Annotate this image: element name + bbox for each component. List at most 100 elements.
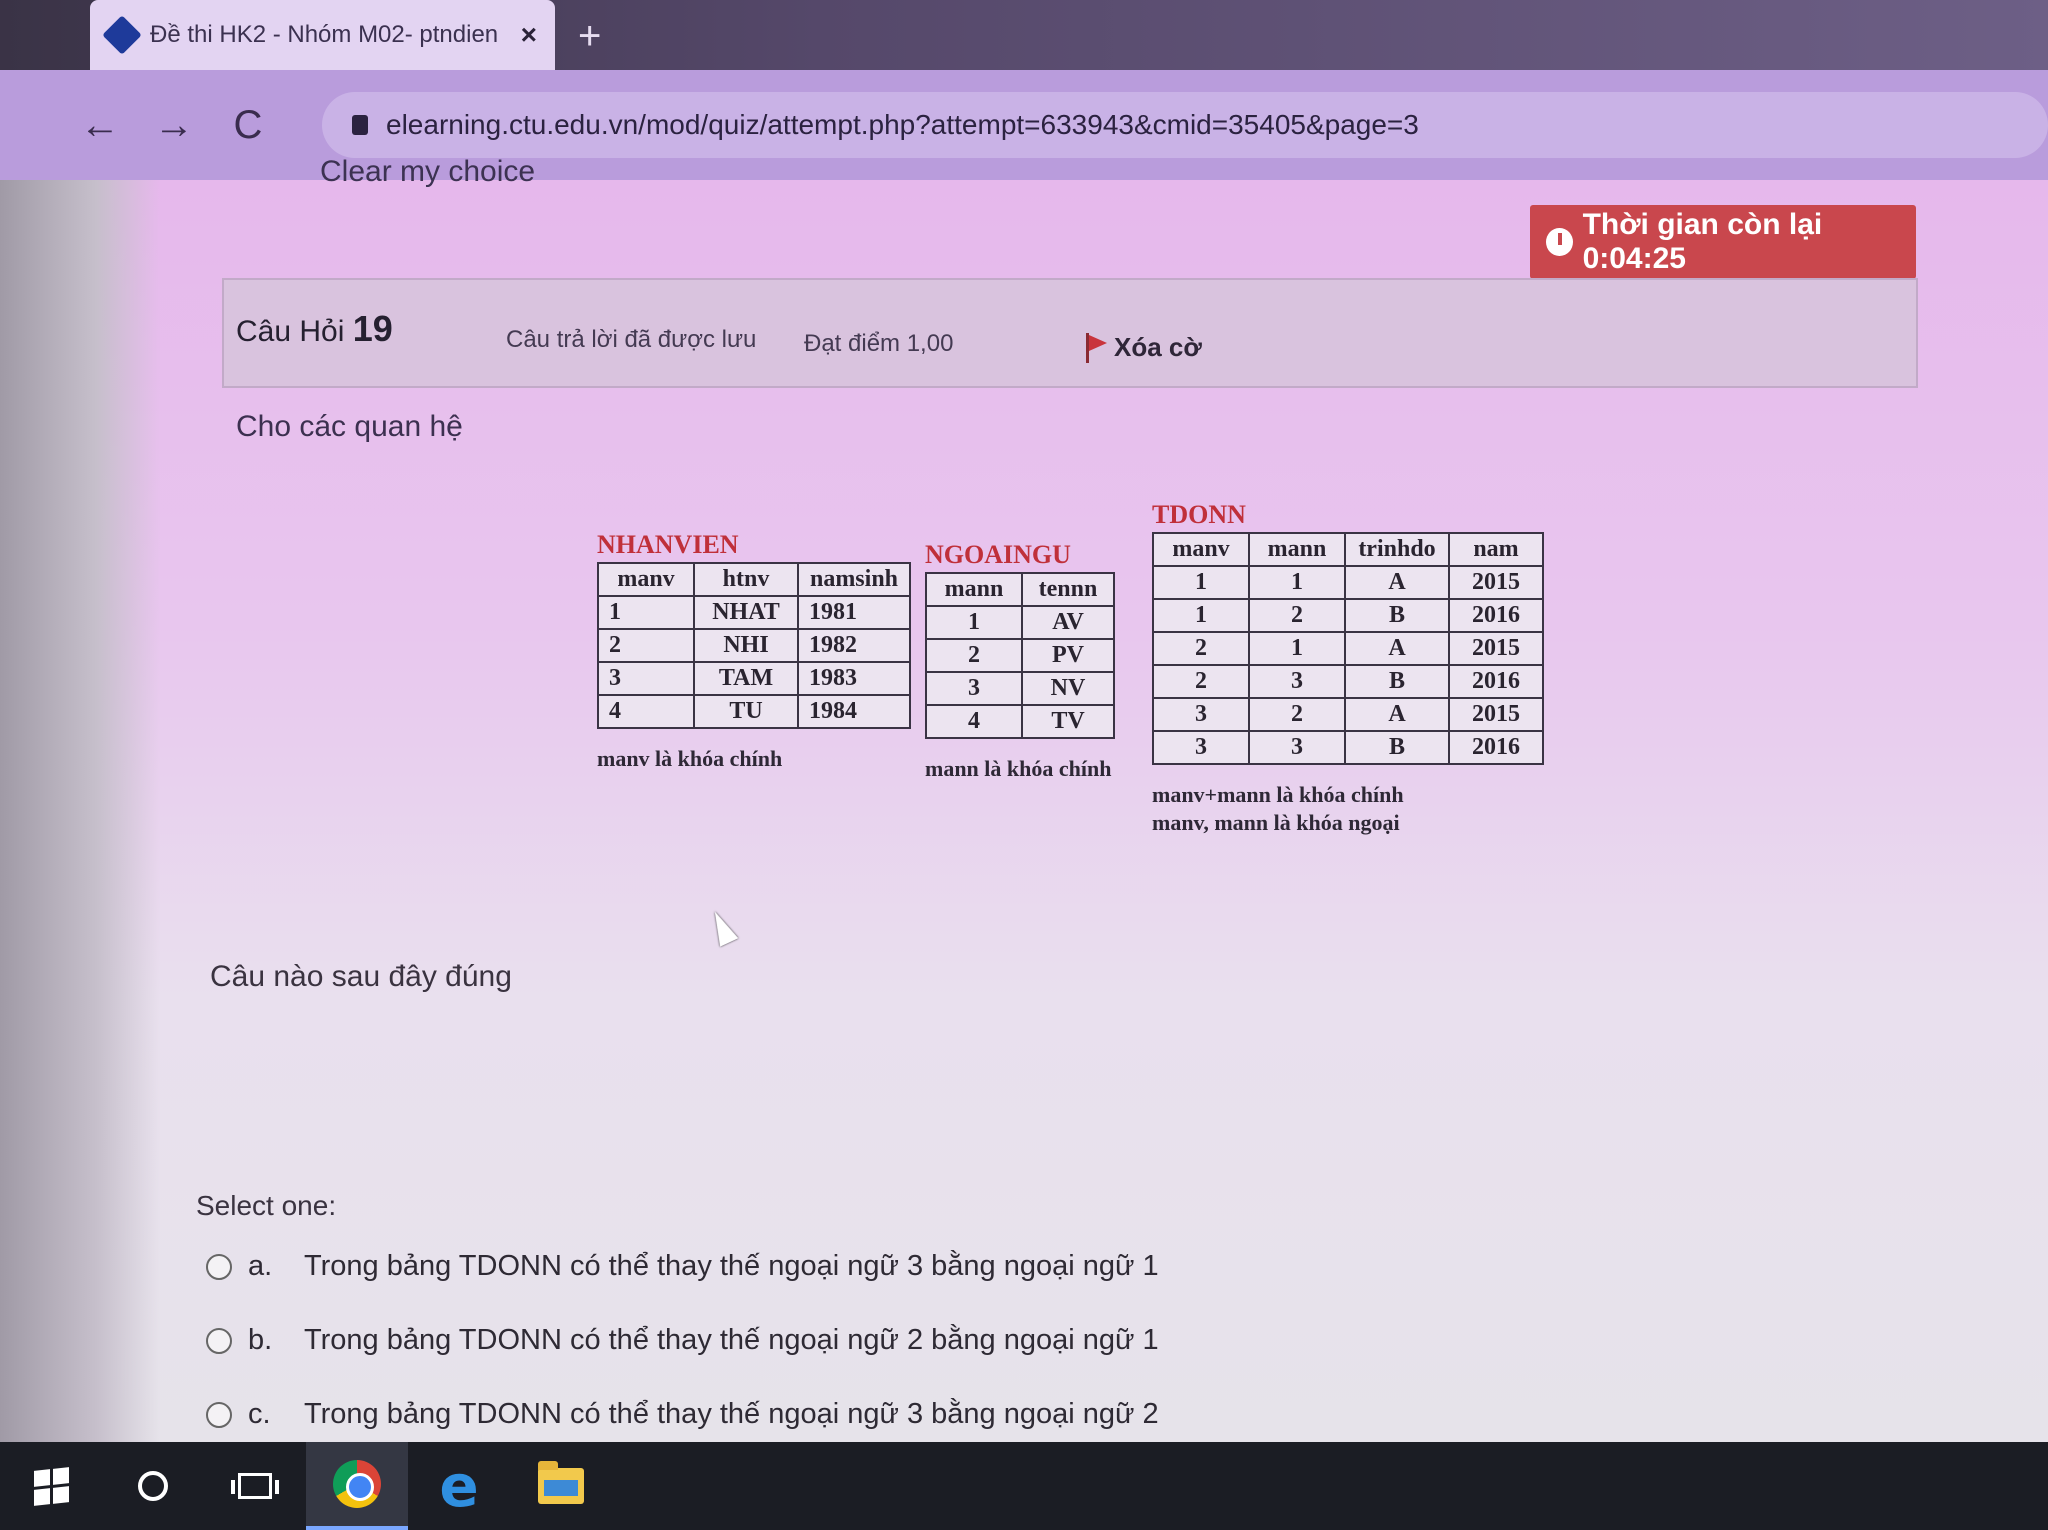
table-cell: 1	[1248, 565, 1346, 600]
table-cell: 2	[1152, 664, 1250, 699]
tdonn-table: manv mann trinhdo nam 1 1 A 2015 1 2 B 2…	[1152, 532, 1544, 765]
table-cell: TV	[1021, 704, 1115, 739]
browser-tab[interactable]: Đề thi HK2 - Nhóm M02- ptndien ×	[90, 0, 555, 70]
table-row: 1 1 A 2015	[1152, 565, 1544, 600]
chrome-icon	[333, 1460, 381, 1508]
relation-name: NHANVIEN	[597, 530, 739, 559]
table-row: 3 3 B 2016	[1152, 730, 1544, 765]
table-cell: 2015	[1448, 697, 1544, 732]
address-bar[interactable]: elearning.ctu.edu.vn/mod/quiz/attempt.ph…	[322, 92, 2048, 158]
flag-label: Xóa cờ	[1114, 332, 1202, 362]
relation-tdonn: TDONN manv mann trinhdo nam 1 1 A 2015 1…	[1152, 500, 1544, 837]
table-cell: 2016	[1448, 598, 1544, 633]
column-header: manv	[597, 562, 695, 597]
browser-toolbar: ← → C elearning.ctu.edu.vn/mod/quiz/atte…	[0, 70, 2048, 180]
option-text[interactable]: Trong bảng TDONN có thể thay thế ngoại n…	[304, 1250, 1159, 1283]
table-cell: B	[1344, 598, 1450, 633]
table-cell: 1	[1152, 598, 1250, 633]
table-cell: 1984	[797, 694, 911, 729]
table-cell: 3	[1152, 697, 1250, 732]
nhanvien-table: manv htnv namsinh 1 NHAT 1981 2 NHI 1982…	[597, 562, 911, 729]
edge-icon: e	[439, 1452, 479, 1520]
option-letter: b.	[248, 1324, 273, 1356]
table-row: 2 PV	[925, 638, 1115, 673]
search-button[interactable]	[102, 1442, 204, 1530]
column-header: htnv	[693, 562, 799, 597]
url-text: elearning.ctu.edu.vn/mod/quiz/attempt.ph…	[386, 109, 1419, 140]
question-info-bar: Câu Hỏi 19 Câu trả lời đã được lưu Đạt đ…	[222, 278, 1918, 388]
time-remaining-badge: Thời gian còn lại 0:04:25	[1530, 205, 1916, 279]
table-cell: 2016	[1448, 730, 1544, 765]
reload-button[interactable]: C	[228, 103, 268, 148]
answer-option-b[interactable]: b. Trong bảng TDONN có thể thay thế ngoạ…	[206, 1324, 1159, 1357]
column-header: mann	[925, 572, 1023, 607]
table-cell: 2016	[1448, 664, 1544, 699]
table-cell: A	[1344, 697, 1450, 732]
table-cell: PV	[1021, 638, 1115, 673]
forward-button[interactable]: →	[154, 103, 194, 148]
table-cell: 4	[925, 704, 1023, 739]
column-header: mann	[1248, 532, 1346, 567]
edge-taskbar-button[interactable]: e	[408, 1442, 510, 1530]
answer-option-c[interactable]: c. Trong bảng TDONN có thể thay thế ngoạ…	[206, 1398, 1159, 1431]
relation-ngoaingu: NGOAINGU mann tennn 1 AV 2 PV 3 NV 4 TV …	[925, 540, 1115, 783]
radio-button[interactable]	[206, 1401, 232, 1428]
new-tab-button[interactable]: +	[578, 14, 601, 59]
table-cell: 2	[1152, 631, 1250, 666]
table-row: 3 2 A 2015	[1152, 697, 1544, 732]
table-cell: TU	[693, 694, 799, 729]
select-one-label: Select one:	[196, 1190, 337, 1221]
table-row: 2 1 A 2015	[1152, 631, 1544, 666]
table-row: 4 TV	[925, 704, 1115, 739]
answer-option-a[interactable]: a. Trong bảng TDONN có thể thay thế ngoạ…	[206, 1250, 1159, 1283]
table-cell: 1981	[797, 595, 911, 630]
table-cell: 2	[597, 628, 695, 663]
question-label: Câu Hỏi	[236, 315, 345, 348]
primary-key-note: manv là khóa chính	[597, 746, 783, 771]
radio-button[interactable]	[206, 1327, 232, 1354]
primary-key-note: manv+mann là khóa chính	[1152, 782, 1404, 807]
table-cell: TAM	[693, 661, 799, 696]
radio-button[interactable]	[206, 1253, 232, 1280]
question-text: Câu nào sau đây đúng	[210, 960, 512, 993]
foreign-key-note: manv, mann là khóa ngoại	[1152, 810, 1400, 835]
file-explorer-icon	[538, 1461, 584, 1504]
answer-saved-status: Câu trả lời đã được lưu	[506, 326, 757, 353]
remove-flag-button[interactable]: Xóa cờ	[1084, 332, 1202, 363]
column-header: trinhdo	[1344, 532, 1450, 567]
table-cell: 1983	[797, 661, 911, 696]
table-cell: NHAT	[693, 595, 799, 630]
close-tab-icon[interactable]: ×	[521, 19, 537, 51]
table-cell: 2	[925, 638, 1023, 673]
relation-name: TDONN	[1152, 500, 1246, 529]
task-view-icon	[231, 1473, 279, 1499]
table-cell: 1	[1152, 565, 1250, 600]
column-header: namsinh	[797, 562, 911, 597]
column-header: nam	[1448, 532, 1544, 567]
site-favicon-icon	[102, 15, 142, 55]
table-cell: B	[1344, 664, 1450, 699]
option-text[interactable]: Trong bảng TDONN có thể thay thế ngoại n…	[304, 1324, 1159, 1357]
question-number: Câu Hỏi 19	[236, 308, 393, 350]
start-button[interactable]	[0, 1442, 102, 1530]
table-cell: NHI	[693, 628, 799, 663]
option-text[interactable]: Trong bảng TDONN có thể thay thế ngoại n…	[304, 1398, 1159, 1431]
table-cell: 2015	[1448, 631, 1544, 666]
tab-bar: Đề thi HK2 - Nhóm M02- ptndien × +	[0, 0, 2048, 70]
chrome-taskbar-button[interactable]	[306, 1442, 408, 1530]
back-button[interactable]: ←	[80, 103, 120, 148]
relation-name: NGOAINGU	[925, 540, 1071, 569]
column-header: manv	[1152, 532, 1250, 567]
clear-my-choice-link[interactable]: Clear my choice	[320, 155, 535, 189]
question-intro: Cho các quan hệ	[236, 410, 463, 443]
table-cell: AV	[1021, 605, 1115, 640]
task-view-button[interactable]	[204, 1442, 306, 1530]
table-row: 1 2 B 2016	[1152, 598, 1544, 633]
file-explorer-taskbar-button[interactable]	[510, 1442, 612, 1530]
clock-icon	[1546, 228, 1573, 256]
ngoaingu-table: mann tennn 1 AV 2 PV 3 NV 4 TV	[925, 572, 1115, 739]
table-cell: 4	[597, 694, 695, 729]
lock-icon	[352, 115, 368, 135]
option-letter: c.	[248, 1398, 271, 1430]
flag-icon	[1084, 332, 1107, 363]
